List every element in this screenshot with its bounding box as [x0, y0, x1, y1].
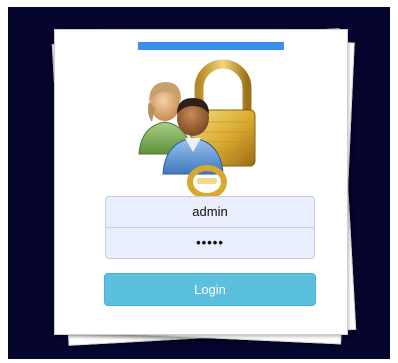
login-card: admin ••••• Login: [54, 29, 348, 335]
password-field[interactable]: •••••: [105, 227, 315, 259]
username-field[interactable]: admin: [105, 196, 315, 228]
users-padlock-icon: [138, 59, 256, 199]
login-button[interactable]: Login: [104, 273, 316, 306]
card-accent-bar: [138, 42, 284, 50]
